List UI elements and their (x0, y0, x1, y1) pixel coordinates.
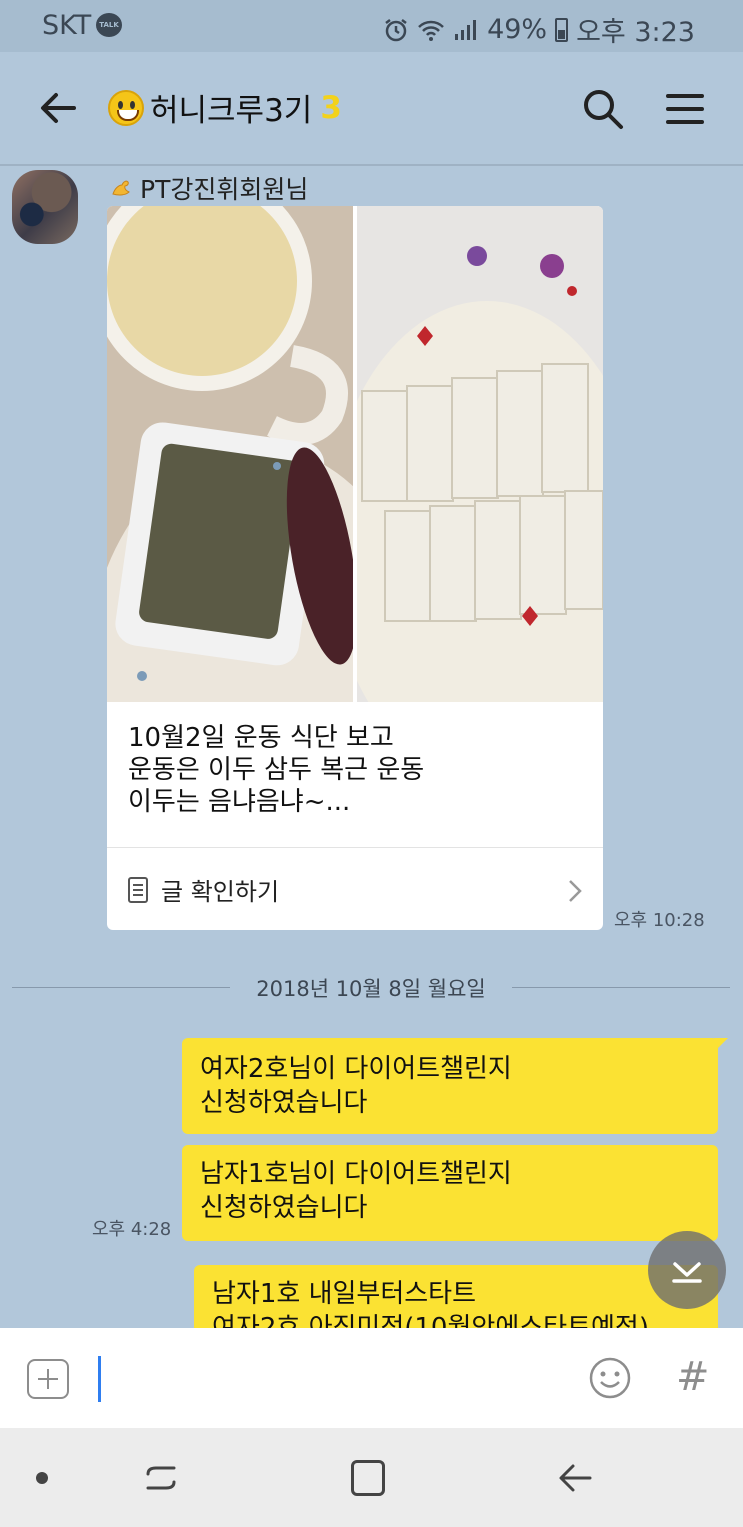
chat-header: 허니크루3기 3 (0, 52, 743, 166)
bubble-line: 신청하였습니다 (200, 1088, 368, 1118)
post-line-1: 10월2일 운동 식단 보고 (128, 723, 394, 753)
message-timestamp: 오후 10:28 (614, 910, 705, 931)
alarm-icon (385, 18, 407, 41)
clock: 오후 3:23 (576, 17, 695, 48)
date-divider: 2018년 10월 8일 월요일 (12, 970, 730, 1006)
post-preview-text[interactable]: 10월2일 운동 식단 보고 운동은 이두 삼두 복근 운동 이두는 음냐음냐~… (128, 722, 424, 818)
chat-room-name: 허니크루3기 (150, 93, 313, 129)
member-count: 3 (320, 89, 342, 126)
signal-icon (455, 19, 477, 40)
recent-apps-icon[interactable] (142, 1458, 180, 1498)
bubble-line: 여자2호님이 다이어트챌린지 (200, 1054, 512, 1084)
sender-name: PT강진휘회원님 (110, 170, 308, 206)
photo-tofu[interactable] (357, 206, 603, 702)
sender-label: PT강진휘회원님 (140, 175, 309, 204)
plus-icon[interactable] (27, 1359, 69, 1399)
flexed-biceps-icon (112, 180, 130, 196)
chat-title[interactable]: 허니크루3기 3 (108, 85, 342, 130)
hamburger-menu-icon[interactable] (666, 92, 704, 126)
message-input[interactable] (98, 1356, 101, 1402)
chevron-down-icon (672, 1262, 702, 1283)
view-post-label: 글 확인하기 (161, 878, 280, 906)
card-divider (107, 847, 603, 848)
document-icon (128, 876, 148, 903)
chevron-right-icon[interactable] (565, 878, 585, 904)
hash-icon[interactable]: # (676, 1354, 710, 1400)
tofu-illustration (357, 206, 603, 702)
back-arrow-icon[interactable] (556, 1458, 594, 1498)
photo-meal-drink[interactable] (107, 206, 353, 702)
status-bar: SKT TALK 49% 오후 3:23 (0, 0, 743, 52)
arrow-left-icon[interactable] (38, 88, 78, 128)
meal-drink-illustration (107, 206, 353, 702)
scroll-to-bottom-button[interactable] (648, 1231, 726, 1309)
message-timestamp: 오후 4:28 (92, 1219, 172, 1240)
bubble-line: 신청하였습니다 (200, 1193, 368, 1223)
post-line-3: 이두는 음냐음냐~... (128, 787, 351, 817)
wifi-icon (418, 20, 444, 41)
smiley-icon[interactable] (588, 1356, 632, 1400)
battery-icon (555, 17, 569, 42)
view-post-link[interactable]: 글 확인하기 (127, 872, 279, 907)
chat-bubble[interactable]: 여자2호님이 다이어트챌린지 신청하였습니다 (182, 1038, 728, 1134)
talk-notification-icon: TALK (96, 13, 122, 37)
post-photos[interactable] (107, 206, 603, 702)
search-icon[interactable] (582, 88, 624, 130)
bubble-line: 남자1호 내일부터스타트 (212, 1279, 477, 1309)
home-button[interactable] (351, 1460, 385, 1496)
battery-percent: 49% (487, 14, 548, 45)
post-card[interactable]: 10월2일 운동 식단 보고 운동은 이두 삼두 복근 운동 이두는 음냐음냐~… (107, 206, 603, 930)
date-label: 2018년 10월 8일 월요일 (256, 977, 486, 1001)
bubble-line: 남자1호님이 다이어트챌린지 (200, 1159, 512, 1189)
avatar[interactable] (12, 170, 78, 244)
post-line-2: 운동은 이두 삼두 복근 운동 (128, 755, 425, 785)
grinning-emoji-icon (108, 89, 144, 126)
chat-bubble[interactable]: 남자1호님이 다이어트챌린지 신청하였습니다 (182, 1145, 718, 1241)
carrier-name: SKT (42, 10, 92, 41)
nav-dot-icon[interactable] (36, 1472, 48, 1484)
